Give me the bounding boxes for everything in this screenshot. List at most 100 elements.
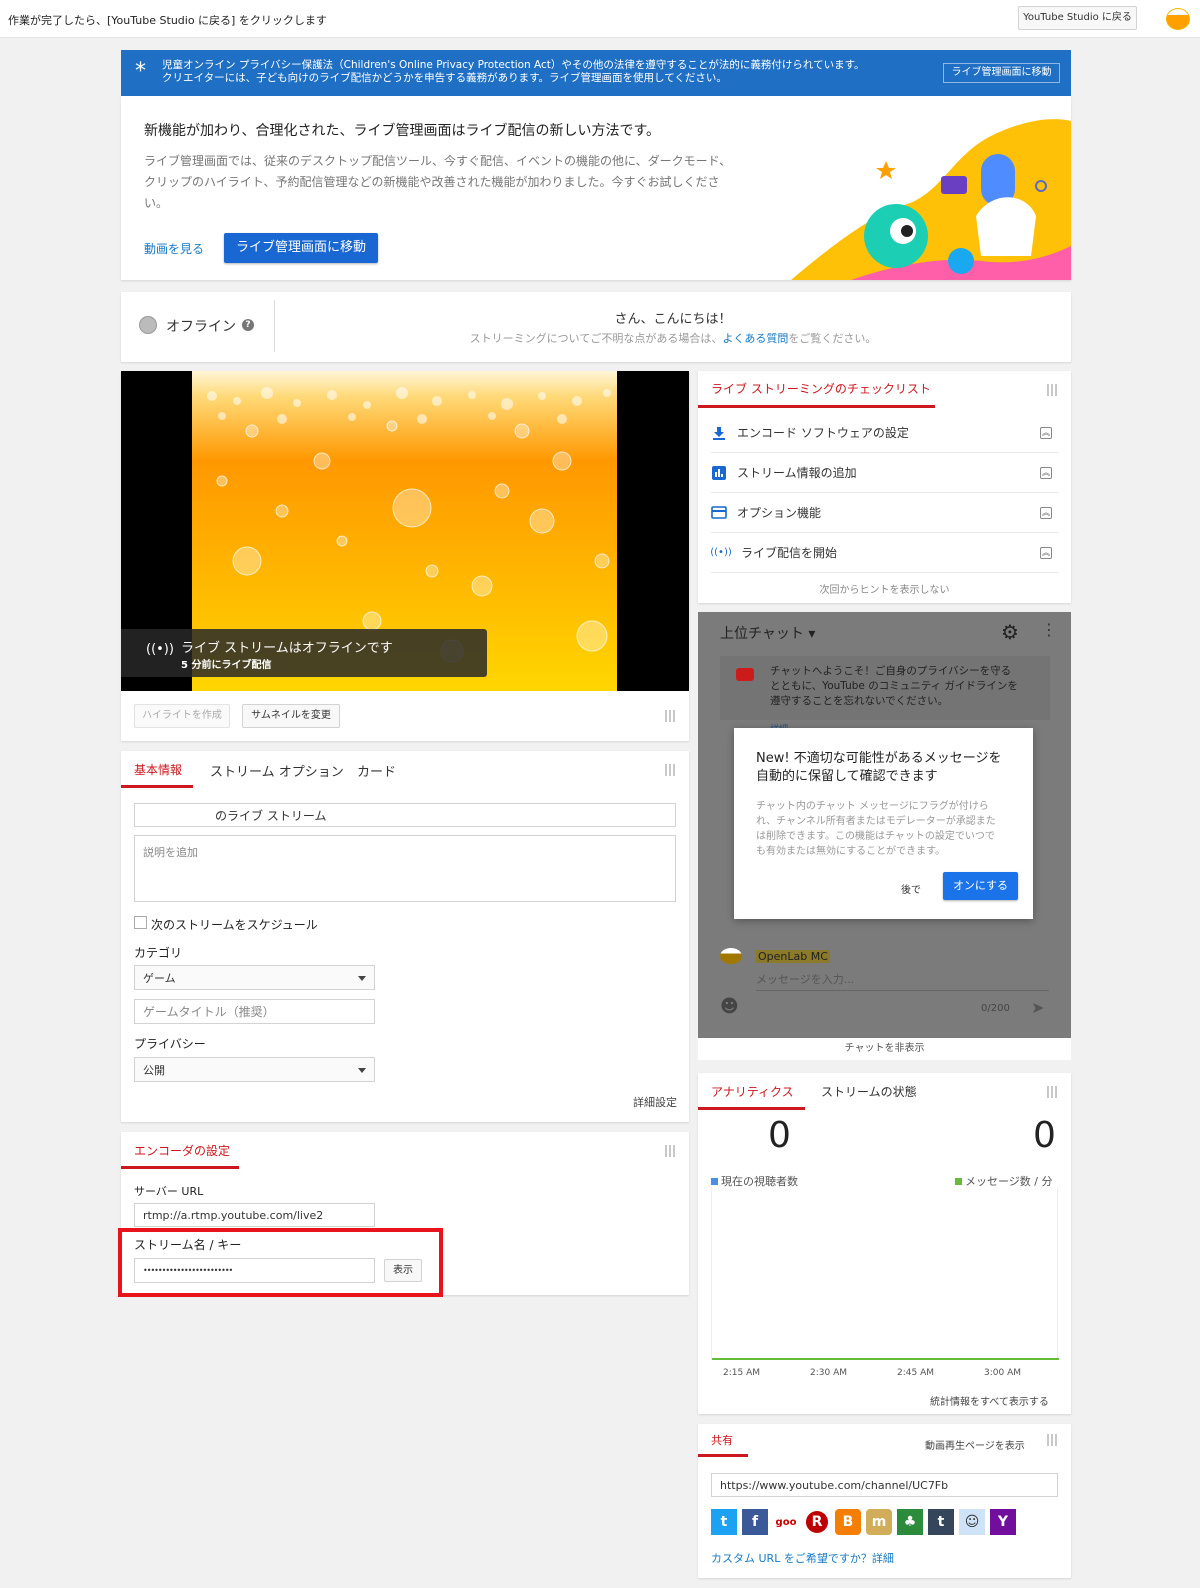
title-input[interactable]: のライブ ストリーム (134, 803, 676, 827)
change-thumbnail-button[interactable]: サムネイルを変更 (242, 704, 340, 728)
more-vert-icon[interactable]: ⋮ (1041, 620, 1057, 639)
drag-handle[interactable] (665, 710, 676, 722)
yahoo-icon[interactable]: Y (990, 1509, 1016, 1535)
category-select[interactable]: ゲーム (134, 965, 375, 990)
message-legend-swatch (955, 1178, 962, 1185)
privacy-select[interactable]: 公開 (134, 1057, 375, 1082)
gear-icon[interactable]: ⚙ (1001, 620, 1019, 644)
back-to-studio-button[interactable]: YouTube Studio に戻る (1018, 6, 1137, 30)
popup-title-2: 自動的に保留して確認できます (756, 769, 938, 784)
goo-icon[interactable]: goo (773, 1509, 799, 1535)
description-textarea[interactable]: 説明を追加 (134, 835, 676, 902)
rakuten-icon[interactable]: R (804, 1509, 830, 1535)
send-icon[interactable]: ➤ (1031, 998, 1044, 1017)
ameba-icon[interactable]: ♣ (897, 1509, 923, 1535)
avatar[interactable] (1166, 8, 1190, 30)
player-card: ((•)) ライブ ストリームはオフラインです 5 分前にライブ配信 ハイライト… (121, 371, 689, 741)
enable-hold-button[interactable]: オンにする (943, 872, 1018, 900)
game-title-input[interactable]: ゲームタイトル（推奨） (134, 999, 375, 1024)
tab-underline (698, 1454, 748, 1457)
tab-underline (698, 405, 935, 408)
drag-handle[interactable] (1047, 384, 1058, 396)
promo-body-3: い。 (144, 196, 169, 210)
schedule-label: 次のストリームをスケジュール (151, 918, 318, 932)
help-icon[interactable]: ? (242, 319, 254, 331)
faq-link[interactable]: よくある質問 (722, 332, 788, 345)
drag-handle[interactable] (665, 1145, 676, 1157)
tab-underline (698, 1107, 805, 1110)
viewer-count: 0 (768, 1115, 791, 1156)
offline-indicator-icon (139, 316, 157, 334)
time-tick: 2:15 AM (723, 1368, 760, 1378)
custom-url-link[interactable]: カスタム URL をご希望ですか？詳細 (711, 1550, 894, 1566)
hide-chat-bar[interactable]: チャットを非表示 (698, 1038, 1071, 1060)
chevron-up-icon[interactable]: ︽ (1040, 427, 1052, 439)
promo-body-2: クリップのハイライト、予約配信管理などの新機能や改善された機能が加わりました。今… (144, 175, 720, 189)
server-url-label: サーバー URL (134, 1185, 204, 1198)
chat-mode-dropdown[interactable]: 上位チャット ▾ (720, 623, 815, 643)
tab-encoder-settings[interactable]: エンコーダの設定 (134, 1142, 230, 1159)
later-button[interactable]: 後で (901, 881, 921, 896)
mixi-icon[interactable]: m (866, 1509, 892, 1535)
drag-handle[interactable] (1047, 1086, 1058, 1098)
privacy-label: プライバシー (134, 1037, 206, 1051)
twitter-icon[interactable]: t (711, 1509, 737, 1535)
video-player[interactable]: ((•)) ライブ ストリームはオフラインです 5 分前にライブ配信 (121, 371, 689, 691)
card-icon (711, 505, 727, 521)
checklist-item-options[interactable]: オプション機能 ︽ (711, 493, 1058, 533)
all-stats-link[interactable]: 統計情報をすべて表示する (930, 1393, 1049, 1408)
tab-cards[interactable]: カード (357, 761, 396, 780)
chat-card: 上位チャット ▾ ⚙ ⋮ チャットへようこそ！ご自身のプライバシーを守る ととも… (698, 612, 1071, 1038)
facebook-icon[interactable]: f (742, 1509, 768, 1535)
chat-message-input[interactable]: メッセージを入力... (756, 971, 1049, 991)
chevron-up-icon[interactable]: ︽ (1040, 507, 1052, 519)
promo-illustration (791, 119, 1071, 280)
chevron-up-icon[interactable]: ︽ (1040, 467, 1052, 479)
blogger-icon[interactable]: B (835, 1509, 861, 1535)
coppa-banner: * 児童オンライン プライバシー保護法（Children's Online Pr… (121, 50, 1071, 96)
hide-hints-link[interactable]: 次回からヒントを表示しない (698, 581, 1071, 596)
checklist-item-go-live[interactable]: ((•)) ライブ配信を開始 ︽ (710, 533, 1058, 573)
status-bar: オフライン ? さん、こんにちは！ ストリーミングについてご不明な点がある場合は… (121, 292, 1071, 362)
analytics-card: アナリティクス ストリームの状態 0 現在の視聴者数 0 メッセージ数 / 分 … (698, 1073, 1071, 1414)
promo-card: 新機能が加わり、合理化された、ライブ管理画面はライブ配信の新しい方法です。 ライ… (121, 96, 1071, 280)
advanced-settings-link[interactable]: 詳細設定 (633, 1094, 677, 1110)
time-tick: 2:30 AM (810, 1368, 847, 1378)
offline-overlay: ((•)) ライブ ストリームはオフラインです 5 分前にライブ配信 (121, 629, 487, 677)
top-bar: 作業が完了したら、[YouTube Studio に戻る] をクリックします Y… (0, 0, 1200, 38)
category-label: カテゴリ (134, 946, 183, 960)
chat-user-avatar (720, 948, 742, 964)
chat-welcome: チャットへようこそ！ご自身のプライバシーを守る とともに、YouTube のコミ… (720, 656, 1050, 720)
tab-underline (121, 1166, 239, 1169)
server-url-input[interactable]: rtmp://a.rtmp.youtube.com/live2 (134, 1203, 375, 1227)
analytics-chart (711, 1187, 1059, 1360)
tab-analytics[interactable]: アナリティクス (711, 1083, 794, 1100)
schedule-checkbox[interactable] (134, 916, 147, 929)
chat-hold-popup: New! 不適切な可能性があるメッセージを 自動的に保留して確認できます チャッ… (734, 728, 1033, 919)
checklist-item-encoder[interactable]: エンコード ソフトウェアの設定 ︽ (711, 413, 1058, 453)
tumblr-icon[interactable]: t (928, 1509, 954, 1535)
tab-share[interactable]: 共有 (711, 1432, 733, 1448)
tab-basic-info[interactable]: 基本情報 (134, 761, 182, 778)
drag-handle[interactable] (1047, 1434, 1058, 1446)
youtube-logo-icon (736, 668, 754, 681)
checklist-title: ライブ ストリーミングのチェックリスト (711, 382, 931, 396)
bar-chart-icon (711, 465, 727, 481)
drag-handle[interactable] (665, 764, 676, 776)
checklist-item-stream-info[interactable]: ストリーム情報の追加 ︽ (711, 453, 1058, 493)
tab-stream-health[interactable]: ストリームの状態 (821, 1083, 917, 1100)
share-url-input[interactable]: https://www.youtube.com/channel/UC7Fb (711, 1473, 1058, 1497)
create-highlight-button: ハイライトを作成 (134, 704, 230, 728)
tab-stream-options[interactable]: ストリーム オプション (210, 761, 344, 780)
watch-video-link[interactable]: 動画を見る (144, 240, 204, 257)
chevron-up-icon[interactable]: ︽ (1040, 547, 1052, 559)
coppa-goto-button[interactable]: ライブ管理画面に移動 (943, 63, 1060, 83)
viewer-legend-swatch (711, 1178, 718, 1185)
star-icon: * (135, 59, 146, 84)
emoji-icon[interactable]: ☻ (720, 996, 739, 1017)
popup-title-1: New! 不適切な可能性があるメッセージを (756, 751, 1002, 766)
offline-title: ライブ ストリームはオフラインです (181, 641, 393, 656)
reddit-icon[interactable]: ☺ (959, 1509, 985, 1535)
watch-page-link[interactable]: 動画再生ページを表示 (925, 1437, 1025, 1452)
promo-goto-button[interactable]: ライブ管理画面に移動 (224, 233, 378, 263)
